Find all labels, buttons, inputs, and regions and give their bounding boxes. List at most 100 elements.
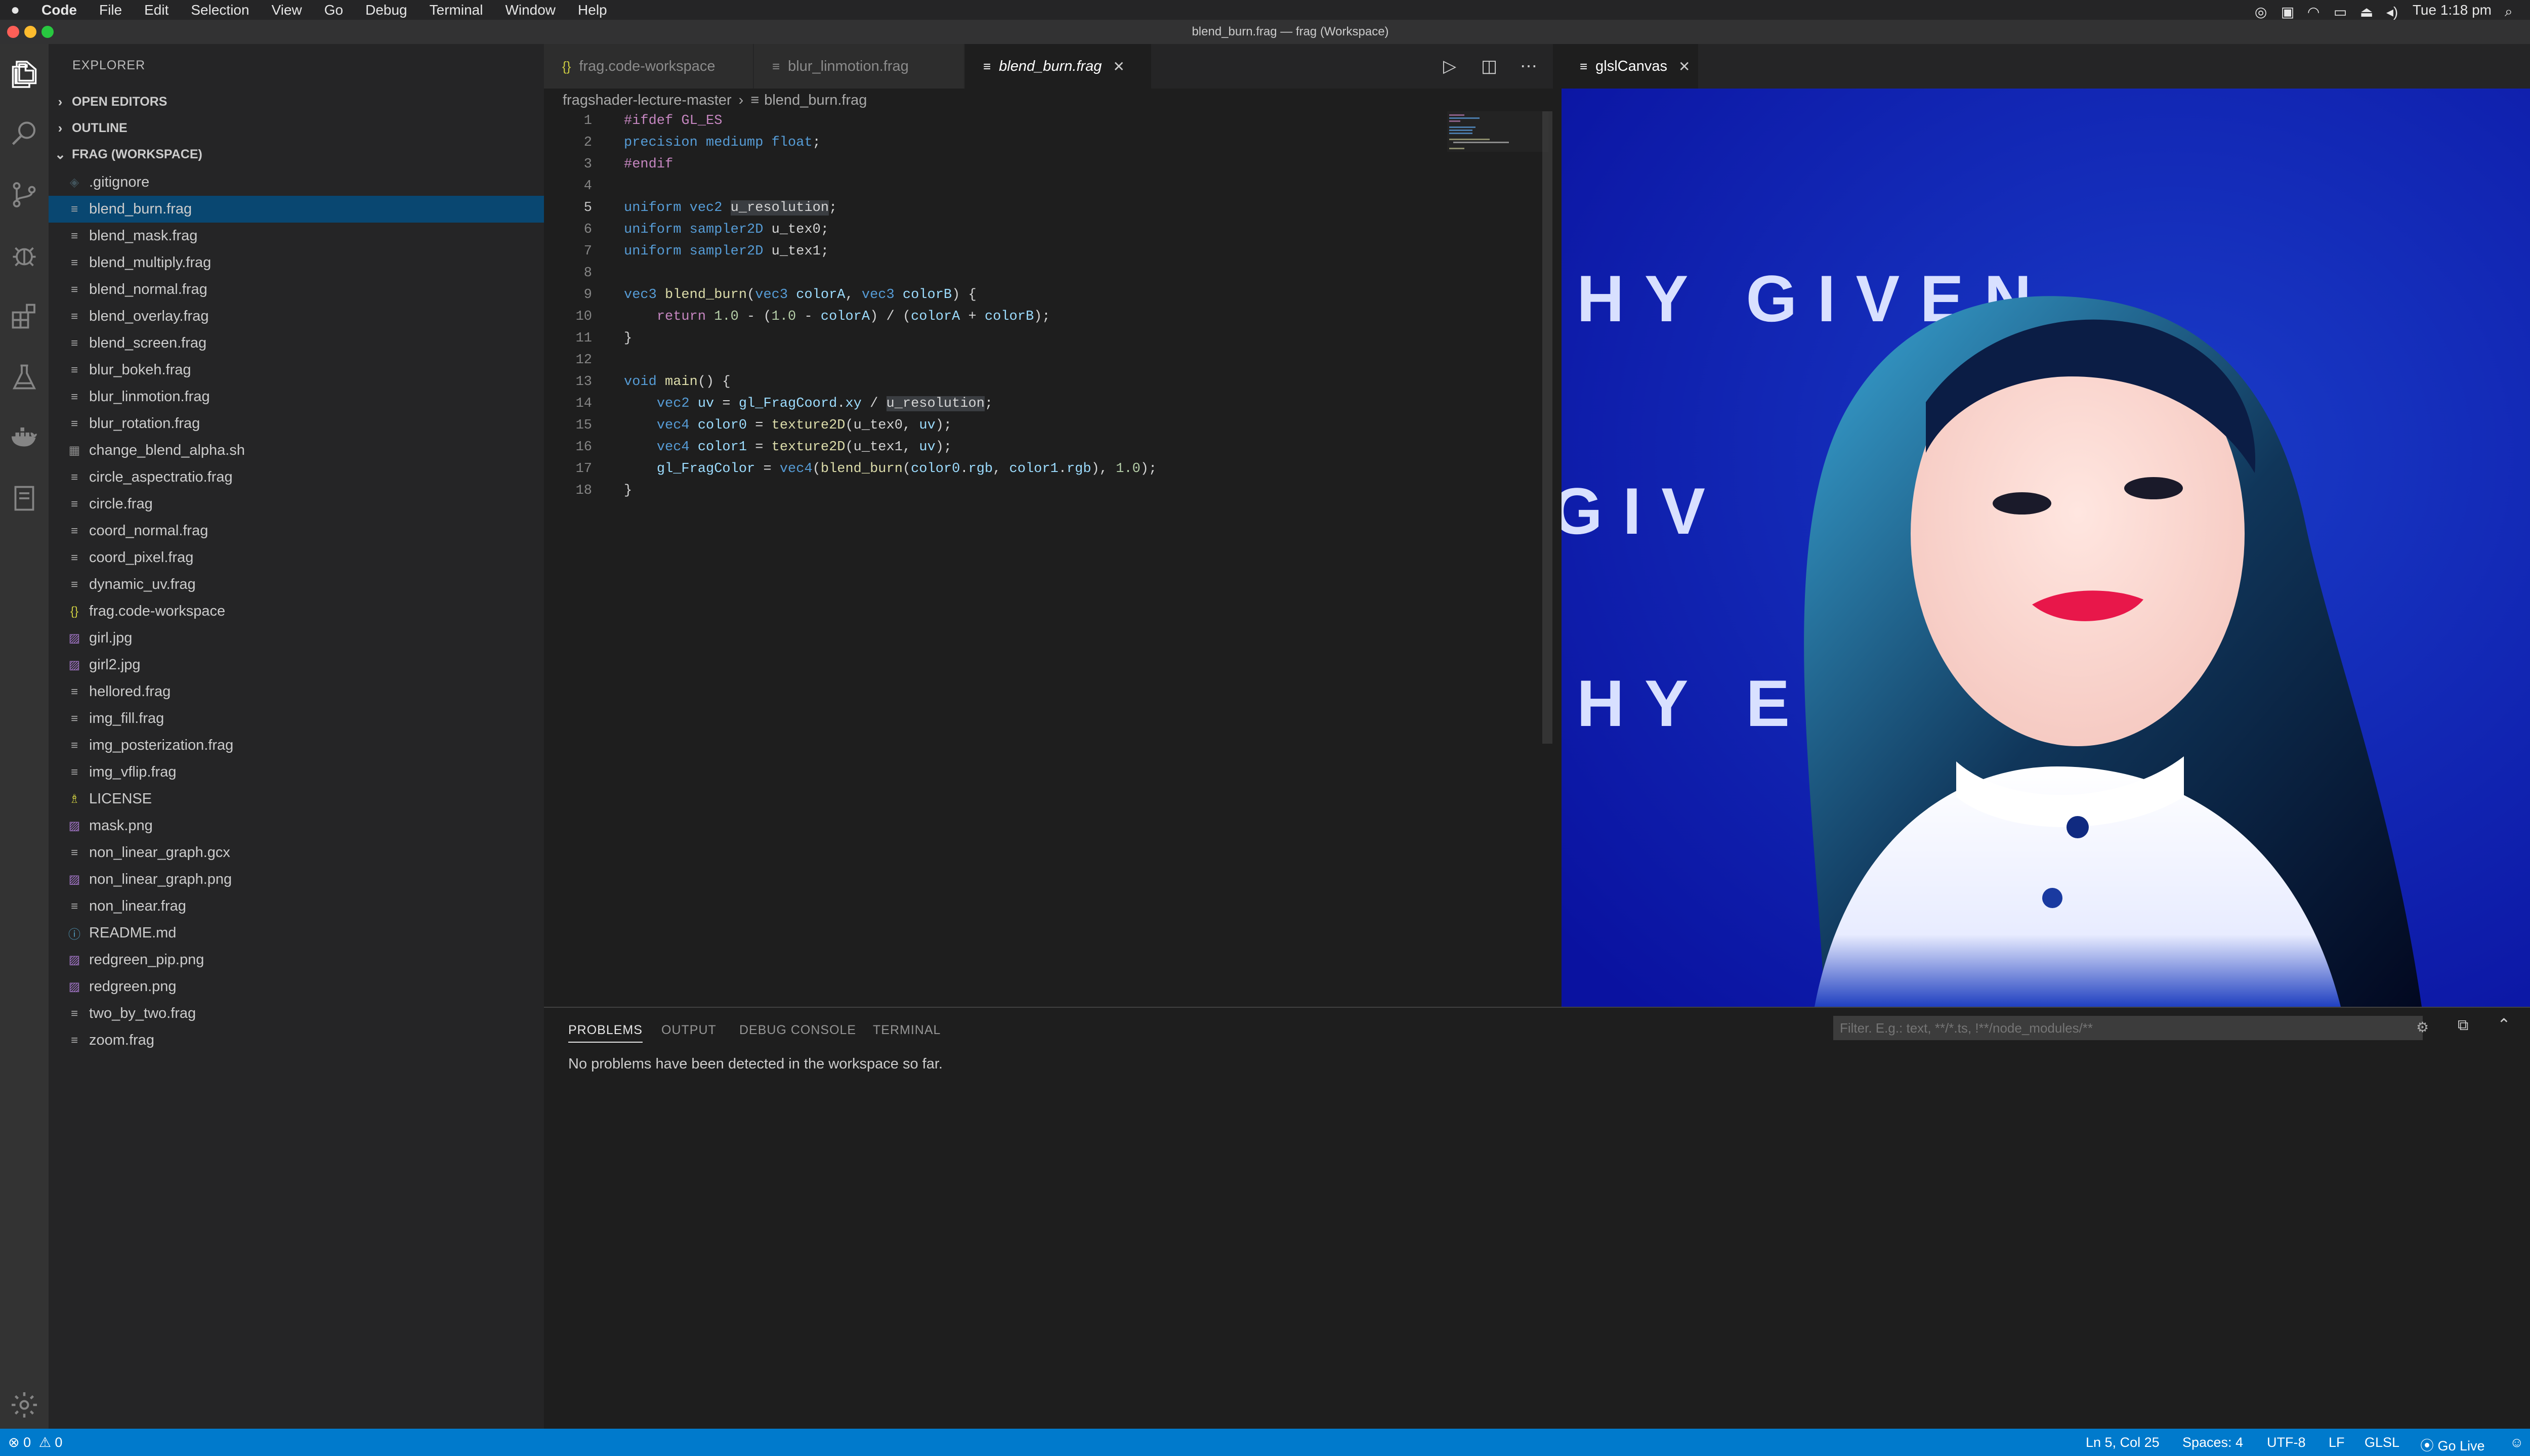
open-editors-section[interactable]: › OPEN EDITORS xyxy=(49,89,544,115)
file-item[interactable]: ▨ redgreen_pip.png xyxy=(49,947,544,973)
file-item[interactable]: ▦ change_blend_alpha.sh xyxy=(49,437,544,464)
docker-icon[interactable] xyxy=(9,422,39,453)
file-item[interactable]: ≡ non_linear_graph.gcx xyxy=(49,839,544,866)
minimap[interactable] xyxy=(1447,111,1548,172)
file-item[interactable]: ≡ coord_pixel.frag xyxy=(49,544,544,571)
indentation-status[interactable]: Spaces: 4 xyxy=(2182,1435,2243,1450)
eol-status[interactable]: LF xyxy=(2329,1435,2345,1450)
close-tab-icon[interactable]: ✕ xyxy=(1678,58,1690,75)
volume-icon[interactable]: ◂) xyxy=(2386,4,2399,20)
file-item[interactable]: ≡ img_vflip.frag xyxy=(49,759,544,786)
feedback-smiley-icon[interactable]: ☺ xyxy=(2510,1435,2524,1450)
menu-selection[interactable]: Selection xyxy=(180,2,260,18)
breadcrumb-file[interactable]: blend_burn.frag xyxy=(764,92,867,109)
explorer-icon[interactable] xyxy=(9,59,39,90)
tab-debug-console[interactable]: DEBUG CONSOLE xyxy=(739,1023,856,1038)
minimize-window-button[interactable] xyxy=(24,26,36,38)
file-item[interactable]: ≡ img_posterization.frag xyxy=(49,732,544,759)
file-item[interactable]: {} frag.code-workspace xyxy=(49,598,544,625)
airplay-icon[interactable]: ▭ xyxy=(2334,4,2347,20)
split-editor-icon[interactable]: ◫ xyxy=(1479,56,1499,76)
wifi-icon[interactable]: ◠ xyxy=(2307,4,2321,20)
menubar-clock[interactable]: Tue 1:18 pm xyxy=(2413,2,2492,18)
language-mode[interactable]: GLSL xyxy=(2365,1435,2399,1450)
tab-frag-code-workspace[interactable]: {} frag.code-workspace xyxy=(544,44,753,89)
file-item[interactable]: ≡ blend_normal.frag xyxy=(49,276,544,303)
code-line-13: void main() { xyxy=(624,374,731,390)
file-item[interactable]: ♗ LICENSE xyxy=(49,786,544,812)
file-item[interactable]: ≡ coord_normal.frag xyxy=(49,518,544,544)
menu-file[interactable]: File xyxy=(88,2,133,18)
file-item[interactable]: ≡ blend_burn.frag xyxy=(49,196,544,223)
file-item[interactable]: ≡ blend_screen.frag xyxy=(49,330,544,357)
tab-problems[interactable]: PROBLEMS xyxy=(568,1023,643,1043)
menu-window[interactable]: Window xyxy=(494,2,567,18)
settings-gear-icon[interactable] xyxy=(9,1390,39,1420)
apple-menu-icon[interactable]: ● xyxy=(0,2,30,19)
file-item[interactable]: ≡ hellored.frag xyxy=(49,678,544,705)
collapse-all-icon[interactable]: ⧉ xyxy=(2458,1017,2468,1034)
file-item[interactable]: ≡ circle_aspectratio.frag xyxy=(49,464,544,491)
file-item[interactable]: ≡ blend_multiply.frag xyxy=(49,249,544,276)
problems-filter-input[interactable] xyxy=(1833,1016,2423,1040)
file-item[interactable]: ≡ two_by_two.frag xyxy=(49,1000,544,1027)
live-share-icon[interactable] xyxy=(9,483,39,513)
file-item[interactable]: ▨ redgreen.png xyxy=(49,973,544,1000)
docker-status-icon[interactable]: ▣ xyxy=(2281,4,2294,20)
maximize-panel-icon[interactable]: ⌃ xyxy=(2497,1015,2511,1034)
menu-help[interactable]: Help xyxy=(567,2,618,18)
file-item[interactable]: ▨ girl2.jpg xyxy=(49,652,544,678)
file-item[interactable]: ≡ blur_rotation.frag xyxy=(49,410,544,437)
filter-settings-icon[interactable]: ⚙ xyxy=(2416,1019,2429,1036)
outline-section[interactable]: › OUTLINE xyxy=(49,115,544,141)
close-window-button[interactable] xyxy=(7,26,19,38)
tab-terminal[interactable]: TERMINAL xyxy=(873,1023,941,1038)
menu-terminal[interactable]: Terminal xyxy=(418,2,494,18)
code-editor[interactable]: 1 2 3 4 5 6 7 8 9 10 11 12 13 14 15 16 17 18 #ifdef GL_ES… xyxy=(544,111,1553,1007)
glsl-canvas-preview[interactable]: HY GIVEN GIV HY EN xyxy=(1562,89,2530,1007)
tab-blend-burn[interactable]: ≡ blend_burn.frag ✕ xyxy=(965,44,1151,89)
menu-edit[interactable]: Edit xyxy=(133,2,180,18)
file-name: blend_normal.frag xyxy=(89,281,207,297)
debug-icon[interactable] xyxy=(9,240,39,271)
file-item[interactable]: ▨ mask.png xyxy=(49,812,544,839)
run-icon[interactable]: ▷ xyxy=(1440,56,1460,76)
menu-view[interactable]: View xyxy=(261,2,313,18)
eject-icon[interactable]: ⏏ xyxy=(2360,4,2373,20)
file-item[interactable]: ▨ non_linear_graph.png xyxy=(49,866,544,893)
file-item[interactable]: ▨ girl.jpg xyxy=(49,625,544,652)
go-live-button[interactable]: ⦿ Go Live xyxy=(2420,1435,2485,1454)
more-actions-icon[interactable]: ⋯ xyxy=(1519,56,1539,76)
workspace-section[interactable]: ⌄ FRAG (WORKSPACE) xyxy=(49,141,544,167)
tab-output[interactable]: OUTPUT xyxy=(661,1023,716,1038)
file-item[interactable]: ⓘ README.md xyxy=(49,920,544,947)
extensions-icon[interactable] xyxy=(9,301,39,331)
zoom-window-button[interactable] xyxy=(41,26,54,38)
test-flask-icon[interactable] xyxy=(9,362,39,392)
close-tab-icon[interactable]: ✕ xyxy=(1113,58,1124,75)
file-item[interactable]: ≡ circle.frag xyxy=(49,491,544,518)
file-item[interactable]: ≡ non_linear.frag xyxy=(49,893,544,920)
menu-debug[interactable]: Debug xyxy=(354,2,418,18)
file-item[interactable]: ≡ blend_mask.frag xyxy=(49,223,544,249)
file-item[interactable]: ≡ blend_overlay.frag xyxy=(49,303,544,330)
menu-go[interactable]: Go xyxy=(313,2,354,18)
search-icon[interactable] xyxy=(9,119,39,149)
file-item[interactable]: ◈ .gitignore xyxy=(49,169,544,196)
menu-app-code[interactable]: Code xyxy=(30,2,88,18)
tab-glslcanvas[interactable]: ≡ glslCanvas ✕ xyxy=(1562,44,1698,89)
encoding-status[interactable]: UTF-8 xyxy=(2267,1435,2306,1450)
cursor-position[interactable]: Ln 5, Col 25 xyxy=(2086,1435,2160,1450)
status-menu-icon[interactable]: ◎ xyxy=(2255,4,2268,20)
spotlight-search-icon[interactable]: ⌕ xyxy=(2505,4,2518,19)
file-item[interactable]: ≡ blur_bokeh.frag xyxy=(49,357,544,383)
tab-blur-linmotion[interactable]: ≡ blur_linmotion.frag xyxy=(754,44,964,89)
file-item[interactable]: ≡ dynamic_uv.frag xyxy=(49,571,544,598)
file-item[interactable]: ≡ zoom.frag xyxy=(49,1027,544,1054)
file-item[interactable]: ≡ blur_linmotion.frag xyxy=(49,383,544,410)
file-item[interactable]: ≡ img_fill.frag xyxy=(49,705,544,732)
breadcrumb-folder[interactable]: fragshader-lecture-master xyxy=(563,92,732,109)
editor-scrollbar[interactable] xyxy=(1542,111,1552,744)
source-control-icon[interactable] xyxy=(9,180,39,210)
problems-status[interactable]: ⊗ 0 ⚠ 0 xyxy=(8,1435,62,1450)
